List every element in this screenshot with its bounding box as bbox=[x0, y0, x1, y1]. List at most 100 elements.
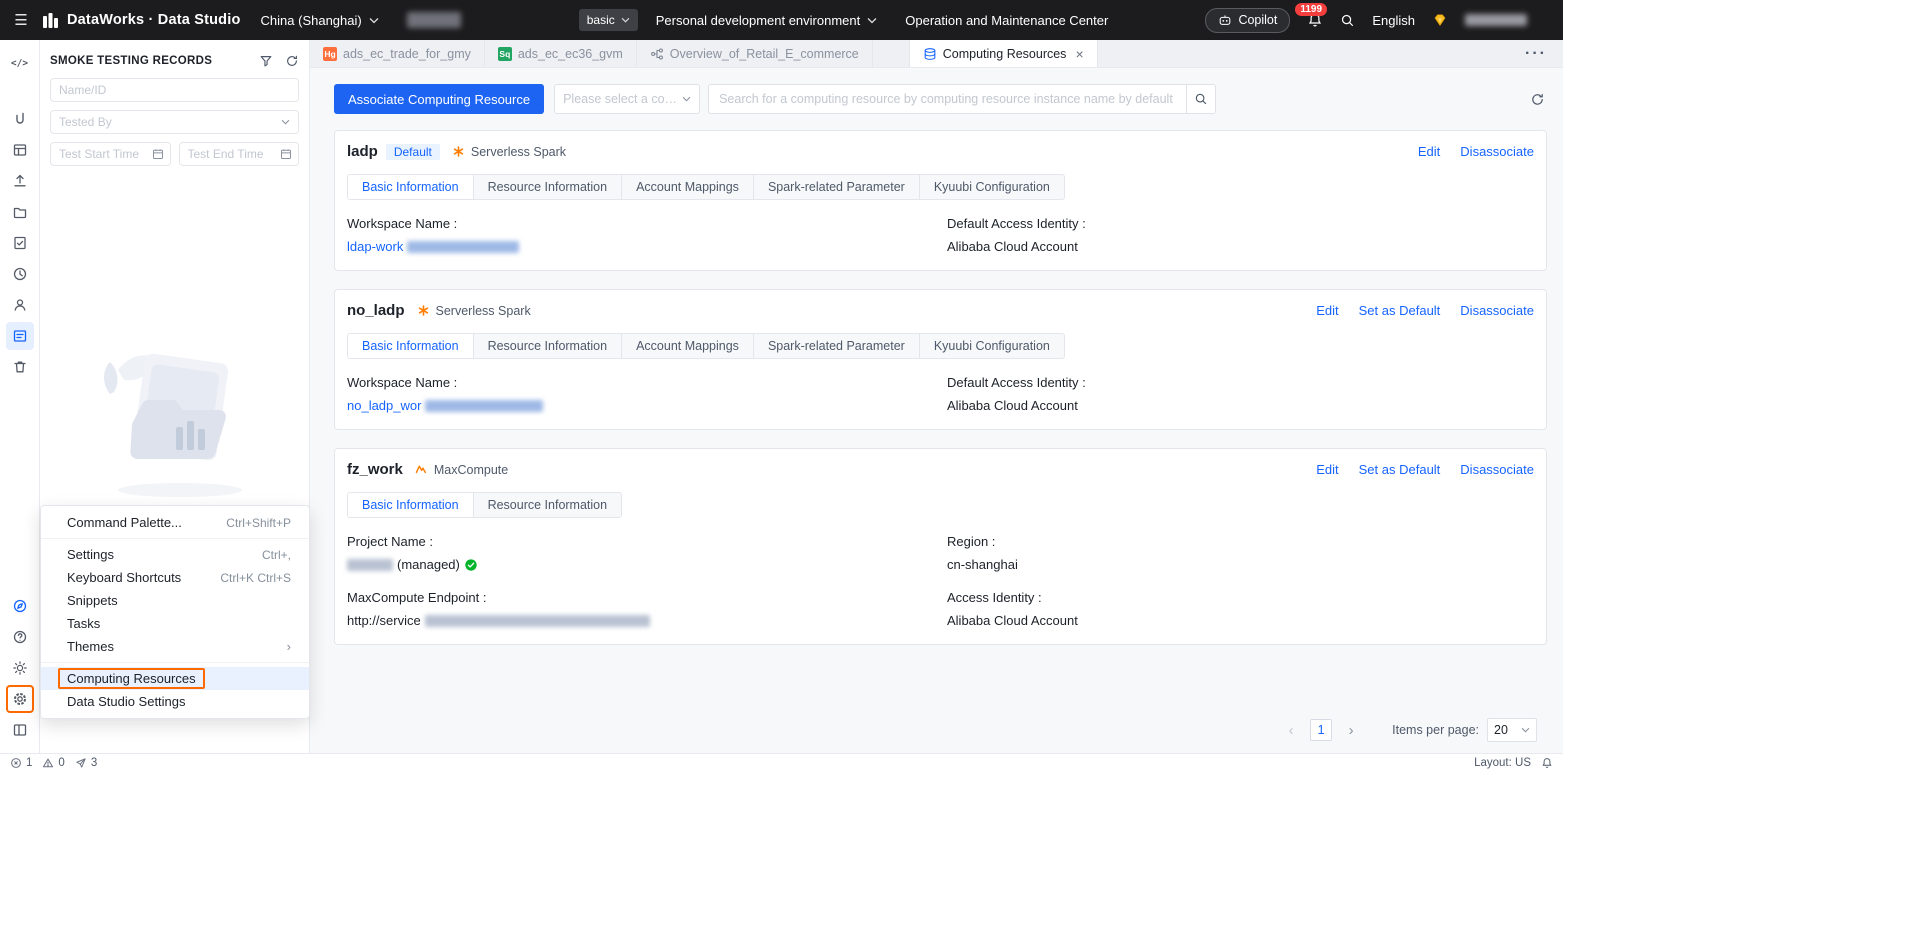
tab-spark-related-parameter[interactable]: Spark-related Parameter bbox=[754, 175, 920, 199]
tested-by-select[interactable]: Tested By bbox=[50, 110, 299, 134]
edit-link[interactable]: Edit bbox=[1316, 303, 1338, 318]
smoke-testing-panel: SMOKE TESTING RECORDS Tested By Test Sta… bbox=[40, 40, 310, 753]
tab-resource-information[interactable]: Resource Information bbox=[474, 493, 622, 517]
resource-type-select[interactable]: Please select a comput bbox=[554, 84, 701, 114]
code-icon[interactable]: </> bbox=[6, 50, 34, 78]
computing-resources-page: Associate Computing Resource Please sele… bbox=[310, 68, 1563, 753]
menu-item-computing-resources[interactable]: Computing Resources bbox=[41, 667, 309, 690]
membership-icon[interactable] bbox=[1432, 12, 1448, 28]
workspace-name-link[interactable]: ldap-work bbox=[347, 239, 947, 254]
tab-account-mappings[interactable]: Account Mappings bbox=[622, 175, 754, 199]
engine-type: MaxCompute bbox=[415, 463, 508, 477]
menu-item-settings[interactable]: Settings Ctrl+, bbox=[41, 543, 309, 566]
notifications-button[interactable]: 1199 bbox=[1295, 3, 1328, 28]
search-submit-button[interactable] bbox=[1186, 84, 1217, 114]
tab-basic-information[interactable]: Basic Information bbox=[348, 175, 474, 199]
tab-kyuubi-configuration[interactable]: Kyuubi Configuration bbox=[920, 334, 1064, 358]
prev-page-button[interactable]: ‹ bbox=[1280, 719, 1302, 741]
statusbar-bell-icon[interactable] bbox=[1541, 757, 1553, 769]
current-page-button[interactable]: 1 bbox=[1310, 719, 1333, 741]
test-start-time-input[interactable]: Test Start Time bbox=[50, 142, 171, 166]
tab-label: ads_ec_ec36_gvm bbox=[517, 46, 623, 61]
disassociate-link[interactable]: Disassociate bbox=[1460, 144, 1534, 159]
disassociate-link[interactable]: Disassociate bbox=[1460, 303, 1534, 318]
tab-basic-information[interactable]: Basic Information bbox=[348, 493, 474, 517]
language-selector[interactable]: English bbox=[1372, 13, 1415, 28]
activity-rail: </> bbox=[0, 40, 40, 753]
close-icon[interactable]: × bbox=[1075, 47, 1083, 61]
settings-gear-icon[interactable] bbox=[5, 684, 34, 713]
set-as-default-link[interactable]: Set as Default bbox=[1359, 462, 1441, 477]
search-button[interactable] bbox=[1340, 13, 1355, 28]
name-id-input[interactable] bbox=[50, 78, 299, 102]
menu-item-command-palette[interactable]: Command Palette... Ctrl+Shift+P bbox=[41, 511, 309, 534]
operation-maintenance-link[interactable]: Operation and Maintenance Center bbox=[905, 13, 1108, 28]
associate-computing-resource-button[interactable]: Associate Computing Resource bbox=[334, 84, 545, 114]
panel-header: SMOKE TESTING RECORDS bbox=[40, 40, 309, 78]
tab-account-mappings[interactable]: Account Mappings bbox=[622, 334, 754, 358]
set-as-default-link[interactable]: Set as Default bbox=[1359, 303, 1441, 318]
tab-resource-information[interactable]: Resource Information bbox=[474, 175, 623, 199]
warnings-indicator[interactable]: 0 bbox=[42, 757, 65, 769]
page-size-select[interactable]: 20 bbox=[1487, 718, 1537, 742]
edit-link[interactable]: Edit bbox=[1316, 462, 1338, 477]
pagination: ‹ 1 › Items per page: 20 bbox=[334, 717, 1547, 743]
tab-kyuubi-configuration[interactable]: Kyuubi Configuration bbox=[920, 175, 1064, 199]
tab-ads-ec-trade-for-gmy[interactable]: Hg ads_ec_trade_for_gmy bbox=[310, 40, 485, 67]
gold-medal-icon bbox=[1434, 14, 1446, 27]
user-icon[interactable] bbox=[6, 291, 34, 319]
checklist-icon[interactable] bbox=[6, 229, 34, 257]
menu-item-snippets[interactable]: Snippets bbox=[41, 589, 309, 612]
environment-selector[interactable]: Personal development environment bbox=[656, 13, 878, 28]
resource-search bbox=[708, 84, 1217, 114]
menu-item-keyboard-shortcuts[interactable]: Keyboard Shortcuts Ctrl+K Ctrl+S bbox=[41, 566, 309, 589]
errors-indicator[interactable]: 1 bbox=[10, 757, 32, 769]
compass-icon[interactable] bbox=[6, 592, 34, 620]
test-end-time-input[interactable]: Test End Time bbox=[178, 142, 299, 166]
region-selector[interactable]: China (Shanghai) bbox=[261, 13, 379, 28]
integration-icon[interactable] bbox=[6, 105, 34, 133]
folder-icon[interactable] bbox=[6, 198, 34, 226]
menu-item-data-studio-settings[interactable]: Data Studio Settings bbox=[41, 690, 309, 713]
next-page-button[interactable]: › bbox=[1340, 719, 1362, 741]
tab-ads-ec-ec36-gvm[interactable]: Sq ads_ec_ec36_gvm bbox=[485, 40, 637, 67]
serverless-spark-icon bbox=[418, 305, 428, 316]
resources-icon[interactable] bbox=[5, 322, 34, 350]
hologres-badge-icon: Hg bbox=[323, 46, 337, 61]
theme-icon[interactable] bbox=[6, 654, 34, 682]
history-icon[interactable] bbox=[6, 260, 34, 288]
refresh-list-button[interactable] bbox=[1530, 92, 1547, 107]
redacted-workspace-name bbox=[406, 12, 461, 28]
filter-icon[interactable] bbox=[259, 54, 273, 68]
publish-icon[interactable] bbox=[6, 167, 34, 195]
trash-icon[interactable] bbox=[6, 353, 34, 381]
help-icon[interactable] bbox=[6, 623, 34, 651]
resource-search-input[interactable] bbox=[708, 84, 1187, 114]
menu-item-themes[interactable]: Themes › bbox=[41, 635, 309, 658]
workspace-name-link[interactable]: no_ladp_wor bbox=[347, 398, 947, 413]
more-tabs-button[interactable]: ··· bbox=[1509, 40, 1563, 67]
product-logo[interactable]: DataWorks · Data Studio bbox=[42, 12, 241, 29]
resource-name: no_ladp bbox=[347, 302, 405, 319]
refresh-icon[interactable] bbox=[285, 54, 299, 68]
test-time-range: Test Start Time Test End Time bbox=[50, 142, 299, 166]
tab-computing-resources[interactable]: Computing Resources × bbox=[908, 40, 1098, 67]
menu-item-tasks[interactable]: Tasks bbox=[41, 612, 309, 635]
copilot-button[interactable]: Copilot bbox=[1205, 7, 1291, 33]
tab-spark-related-parameter[interactable]: Spark-related Parameter bbox=[754, 334, 920, 358]
tab-basic-information[interactable]: Basic Information bbox=[348, 334, 474, 358]
items-per-page-label: Items per page: bbox=[1392, 723, 1479, 737]
mode-selector[interactable]: basic bbox=[578, 9, 638, 31]
tab-overview-of-retail-e-commerce[interactable]: Overview_of_Retail_E_commerce bbox=[637, 40, 873, 67]
disassociate-link[interactable]: Disassociate bbox=[1460, 462, 1534, 477]
layout-indicator[interactable]: Layout: US bbox=[1474, 757, 1531, 769]
layout-icon[interactable] bbox=[6, 716, 34, 744]
panel-title: SMOKE TESTING RECORDS bbox=[50, 55, 213, 67]
main-menu-icon[interactable]: ☰ bbox=[0, 0, 42, 40]
resource-name: fz_work bbox=[347, 461, 403, 478]
edit-link[interactable]: Edit bbox=[1418, 144, 1440, 159]
deploy-indicator[interactable]: 3 bbox=[75, 757, 97, 769]
field-region: Region : cn-shanghai bbox=[947, 534, 1018, 572]
table-icon[interactable] bbox=[6, 136, 34, 164]
tab-resource-information[interactable]: Resource Information bbox=[474, 334, 623, 358]
